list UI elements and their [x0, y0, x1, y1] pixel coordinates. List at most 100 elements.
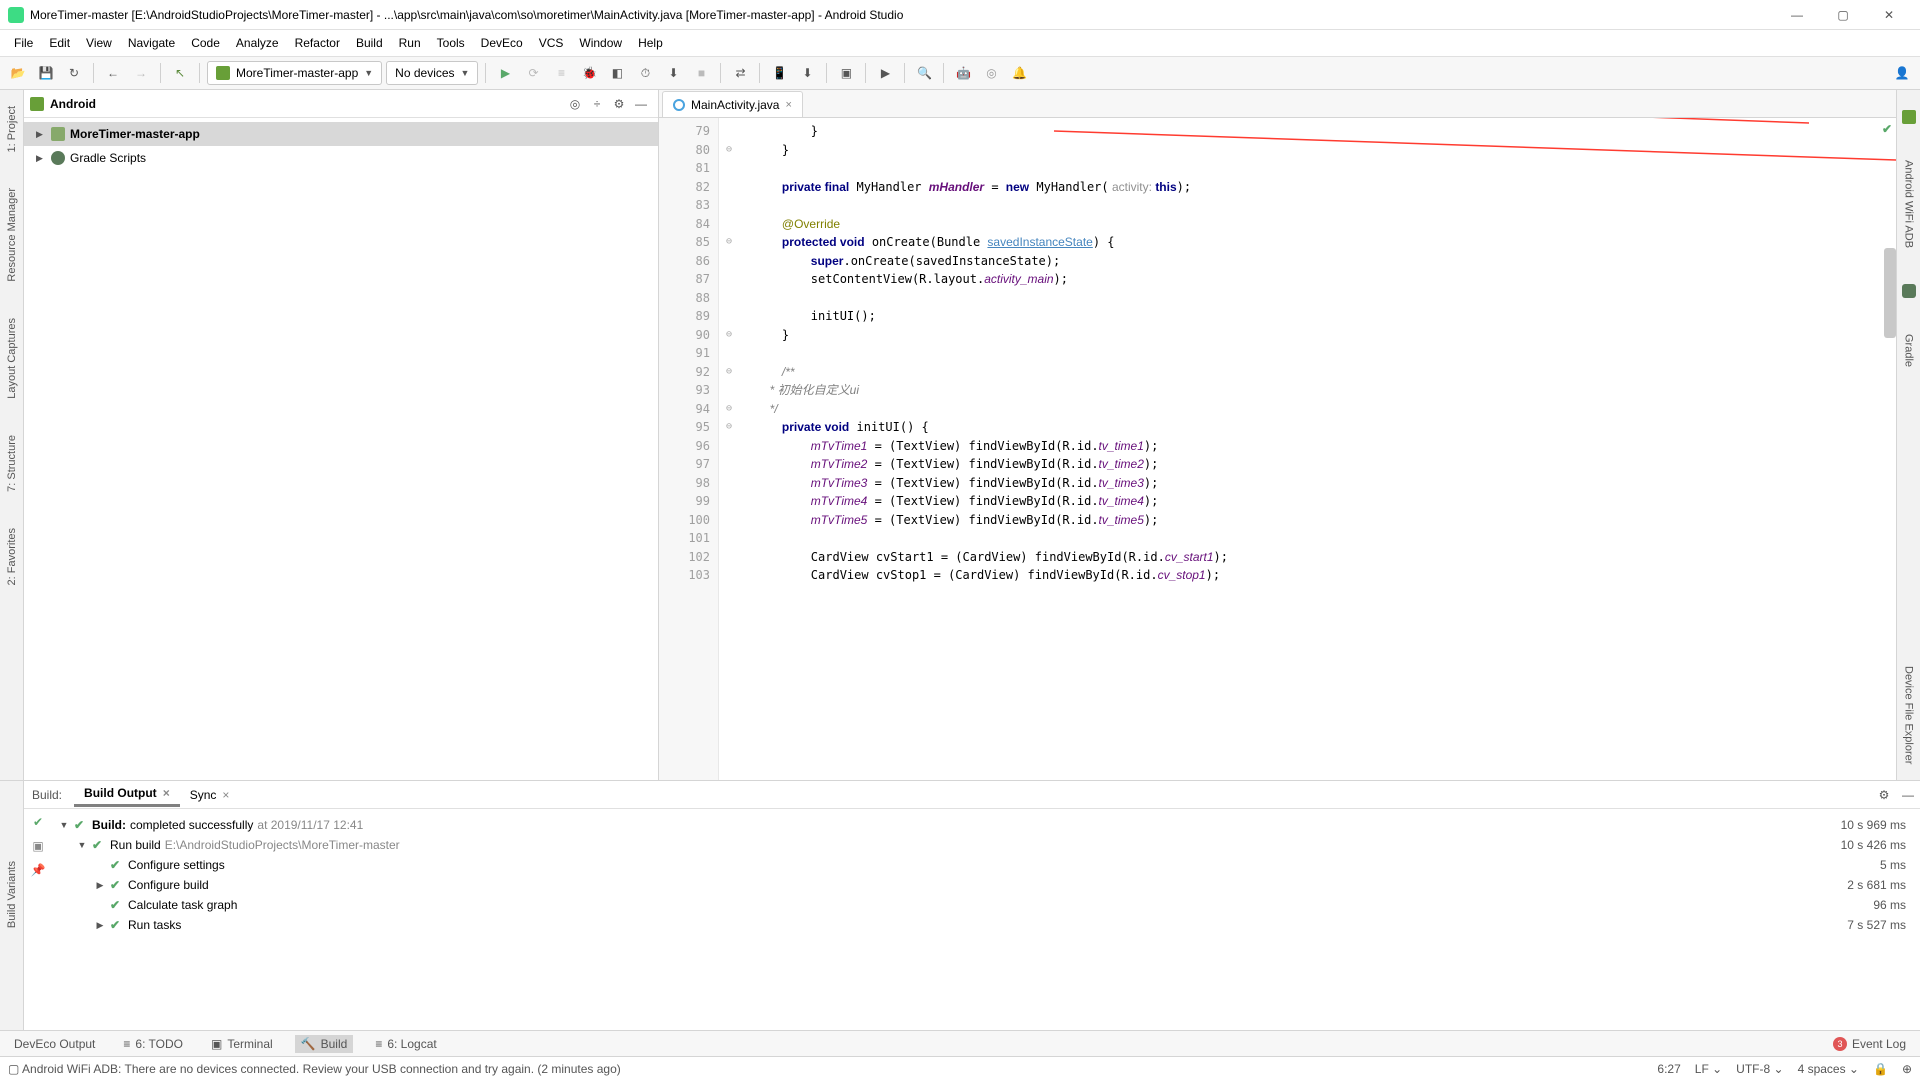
tree-item-app[interactable]: ▶ MoreTimer-master-app — [24, 122, 658, 146]
apply-changes-icon[interactable]: ⟳ — [521, 61, 545, 85]
build-tab-sync[interactable]: Sync× — [180, 784, 240, 806]
target-icon[interactable]: ◎ — [564, 93, 586, 115]
project-view-label[interactable]: Android — [50, 97, 564, 111]
run-config-label: MoreTimer-master-app — [236, 66, 358, 80]
avd-icon[interactable]: 📱 — [767, 61, 791, 85]
tab-wifi-adb[interactable]: Android WiFi ADB — [1901, 154, 1917, 254]
menu-view[interactable]: View — [78, 33, 120, 53]
collapse-icon[interactable]: ÷ — [586, 93, 608, 115]
sync-icon[interactable]: ↻ — [62, 61, 86, 85]
menu-run[interactable]: Run — [391, 33, 429, 53]
btab-deveco[interactable]: DevEco Output — [8, 1035, 101, 1053]
debug-icon[interactable]: 🐞 — [577, 61, 601, 85]
pin-icon[interactable]: 📌 — [31, 863, 46, 877]
sdk-icon[interactable]: ⬇ — [795, 61, 819, 85]
build-left-strip: Build Variants — [0, 781, 24, 1030]
tab-device-explorer[interactable]: Device File Explorer — [1901, 660, 1917, 770]
btab-todo[interactable]: ≡ 6: TODO — [117, 1035, 189, 1053]
filter-icon[interactable]: ▣ — [32, 839, 43, 853]
save-icon[interactable]: 💾 — [34, 61, 58, 85]
tab-structure[interactable]: 7: Structure — [4, 429, 20, 498]
hide-icon[interactable]: — — [630, 93, 652, 115]
search-icon[interactable]: 🔍 — [912, 61, 936, 85]
inspection-ok-icon[interactable]: ✔ — [1882, 122, 1892, 136]
window-title: MoreTimer-master [E:\AndroidStudioProjec… — [30, 8, 1774, 22]
stop-icon[interactable]: ■ — [689, 61, 713, 85]
gear-icon[interactable]: ⚙ — [608, 93, 630, 115]
build-tabs: Build: Build Output× Sync× ⚙ — — [24, 781, 1920, 809]
build-row[interactable]: ▶✔Configure build 2 s 681 ms — [58, 875, 1914, 895]
menu-analyze[interactable]: Analyze — [228, 33, 287, 53]
indent-setting[interactable]: 4 spaces ⌄ — [1798, 1062, 1859, 1076]
sync-gradle-icon[interactable]: ⇄ — [728, 61, 752, 85]
fold-gutter[interactable]: ⊖⊖⊖⊖⊖⊖ — [719, 118, 739, 780]
build-tab-output[interactable]: Build Output× — [74, 782, 180, 807]
file-encoding[interactable]: UTF-8 ⌄ — [1736, 1062, 1783, 1076]
menu-vcs[interactable]: VCS — [531, 33, 572, 53]
wifi-adb-icon[interactable]: 🤖 — [951, 61, 975, 85]
open-icon[interactable]: 📂 — [6, 61, 30, 85]
tab-build-variants[interactable]: Build Variants — [6, 861, 18, 928]
menu-tools[interactable]: Tools — [429, 33, 473, 53]
android-icon — [1902, 110, 1916, 124]
project-tree[interactable]: ▶ MoreTimer-master-app ▶ Gradle Scripts — [24, 118, 658, 780]
gear-icon[interactable]: ⚙ — [1872, 788, 1896, 802]
tab-resource-manager[interactable]: Resource Manager — [4, 182, 20, 288]
tab-favorites[interactable]: 2: Favorites — [4, 522, 20, 591]
line-separator[interactable]: LF ⌄ — [1695, 1062, 1722, 1076]
menu-edit[interactable]: Edit — [41, 33, 78, 53]
project-header: Android ◎ ÷ ⚙ — — [24, 90, 658, 118]
btab-eventlog[interactable]: 3 Event Log — [1827, 1035, 1912, 1053]
menu-file[interactable]: File — [6, 33, 41, 53]
btab-logcat[interactable]: ≡ 6: Logcat — [369, 1035, 442, 1053]
tab-gradle[interactable]: Gradle — [1901, 328, 1917, 373]
menu-help[interactable]: Help — [630, 33, 671, 53]
back-icon[interactable]: ← — [101, 61, 125, 85]
build-row[interactable]: ▼✔Run build E:\AndroidStudioProjects\Mor… — [58, 835, 1914, 855]
project-structure-icon[interactable]: ▣ — [834, 61, 858, 85]
close-icon[interactable]: × — [785, 99, 791, 111]
memory-icon[interactable]: ⊕ — [1902, 1062, 1912, 1076]
run-icon[interactable]: ▶ — [493, 61, 517, 85]
scrollbar-thumb[interactable] — [1884, 248, 1896, 338]
tree-item-label: MoreTimer-master-app — [70, 127, 200, 141]
tab-project[interactable]: 1: Project — [4, 100, 20, 158]
apply-code-icon[interactable]: ≡ — [549, 61, 573, 85]
btab-terminal[interactable]: ▣ Terminal — [205, 1035, 279, 1053]
help-icon[interactable]: ◎ — [979, 61, 1003, 85]
menu-refactor[interactable]: Refactor — [287, 33, 348, 53]
user-icon[interactable]: 👤 — [1890, 61, 1914, 85]
menu-window[interactable]: Window — [571, 33, 630, 53]
java-class-icon — [673, 99, 685, 111]
build-hammer-icon[interactable]: ↖ — [168, 61, 192, 85]
build-row[interactable]: ▼✔Build: completed successfully at 2019/… — [58, 815, 1914, 835]
notification-icon[interactable]: 🔔 — [1007, 61, 1031, 85]
build-tree[interactable]: ▼✔Build: completed successfully at 2019/… — [52, 809, 1920, 1030]
code-text[interactable]: } } private final MyHandler mHandler = n… — [739, 118, 1896, 780]
run-anything-icon[interactable]: ▶ — [873, 61, 897, 85]
code-area[interactable]: 7980818283848586878889909192939495969798… — [659, 118, 1896, 780]
forward-icon[interactable]: → — [129, 61, 153, 85]
lock-icon[interactable]: 🔒 — [1873, 1062, 1888, 1076]
hide-icon[interactable]: — — [1896, 788, 1920, 802]
profile-icon[interactable]: ⏱ — [633, 61, 657, 85]
build-row[interactable]: ✔Configure settings 5 ms — [58, 855, 1914, 875]
close-button[interactable]: ✕ — [1866, 0, 1912, 30]
build-row[interactable]: ▶✔Run tasks 7 s 527 ms — [58, 915, 1914, 935]
btab-build[interactable]: 🔨 Build — [295, 1035, 354, 1053]
menu-code[interactable]: Code — [183, 33, 228, 53]
menu-navigate[interactable]: Navigate — [120, 33, 183, 53]
tree-item-gradle[interactable]: ▶ Gradle Scripts — [24, 146, 658, 170]
menu-deveco[interactable]: DevEco — [473, 33, 531, 53]
attach-debugger-icon[interactable]: ⬇ — [661, 61, 685, 85]
build-row[interactable]: ✔Calculate task graph 96 ms — [58, 895, 1914, 915]
device-combo[interactable]: No devices ▼ — [386, 61, 478, 85]
tab-layout-captures[interactable]: Layout Captures — [4, 312, 20, 405]
minimize-button[interactable]: — — [1774, 0, 1820, 30]
menu-build[interactable]: Build — [348, 33, 391, 53]
editor-tab-mainactivity[interactable]: MainActivity.java × — [662, 91, 803, 117]
maximize-button[interactable]: ▢ — [1820, 0, 1866, 30]
run-config-combo[interactable]: MoreTimer-master-app ▼ — [207, 61, 382, 85]
coverage-icon[interactable]: ◧ — [605, 61, 629, 85]
main-area: 1: Project Resource Manager Layout Captu… — [0, 90, 1920, 780]
